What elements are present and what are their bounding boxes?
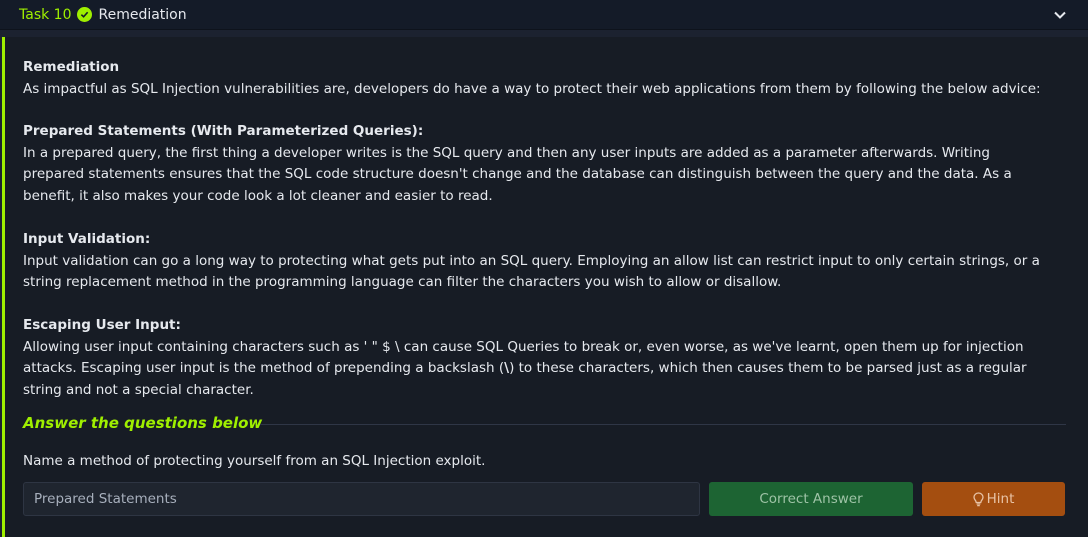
- correct-answer-label: Correct Answer: [759, 491, 863, 507]
- intro-text: As impactful as SQL Injection vulnerabil…: [23, 80, 1041, 97]
- heading-divider: [260, 424, 1066, 425]
- validation-text: Input validation can go a long way to pr…: [23, 252, 1040, 291]
- validation-title: Input Validation:: [23, 231, 151, 247]
- intro-section: Remediation As impactful as SQL Injectio…: [23, 57, 1053, 100]
- hint-label: Hint: [986, 491, 1015, 507]
- hint-button[interactable]: Hint: [922, 482, 1065, 516]
- escaping-section: Escaping User Input: Allowing user input…: [23, 315, 1053, 401]
- escaping-title: Escaping User Input:: [23, 317, 181, 333]
- check-circle-icon: [77, 7, 93, 22]
- prepared-title: Prepared Statements (With Parameterized …: [23, 123, 424, 139]
- correct-answer-button[interactable]: Correct Answer: [709, 482, 913, 516]
- answer-input[interactable]: [23, 482, 700, 516]
- lightbulb-icon: [972, 491, 984, 506]
- task-number: Task 10: [19, 6, 72, 23]
- task-content: Remediation As impactful as SQL Injectio…: [2, 37, 1088, 537]
- intro-title: Remediation: [23, 59, 120, 75]
- validation-section: Input Validation: Input validation can g…: [23, 229, 1053, 294]
- task-header[interactable]: Task 10 Remediation: [0, 0, 1088, 30]
- chevron-down-icon[interactable]: [1052, 7, 1068, 23]
- answer-heading: Answer the questions below: [23, 414, 263, 432]
- question-text: Name a method of protecting yourself fro…: [23, 453, 486, 469]
- prepared-text: In a prepared query, the first thing a d…: [23, 144, 1012, 204]
- prepared-section: Prepared Statements (With Parameterized …: [23, 121, 1053, 207]
- task-title: Remediation: [98, 6, 187, 23]
